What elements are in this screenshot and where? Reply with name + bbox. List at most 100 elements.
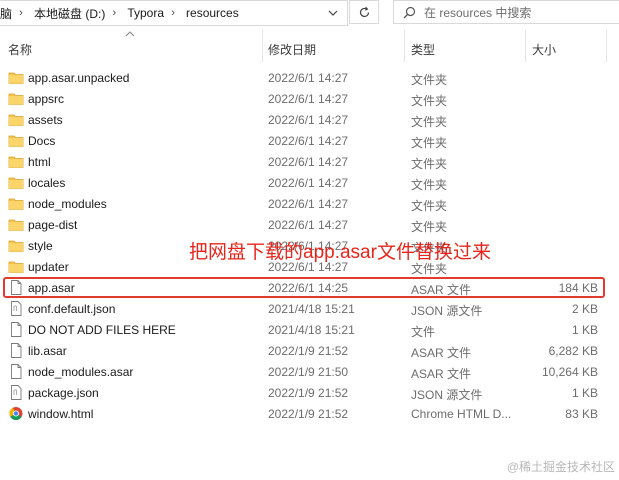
watermark: @稀土掘金技术社区 — [506, 460, 615, 474]
file-row[interactable]: window.html 2022/1/9 21:52 Chrome HTML D..… — [0, 403, 619, 424]
file-date: 2022/6/1 14:27 — [268, 218, 349, 232]
file-type: 文件夹 — [411, 136, 448, 150]
file-name: window.html — [28, 407, 94, 421]
address-bar[interactable]: 脑 › 本地磁盘 (D:) › Typora › resources — [0, 0, 348, 26]
file-row[interactable]: assets 2022/6/1 14:27 文件夹 — [0, 109, 619, 130]
file-row[interactable]: appsrc 2022/6/1 14:27 文件夹 — [0, 88, 619, 109]
file-type: 文件夹 — [411, 73, 448, 87]
breadcrumb-item[interactable]: Typora — [121, 6, 166, 20]
column-header-date[interactable]: 修改日期 — [268, 41, 316, 58]
highlight-box — [3, 277, 605, 298]
file-name: DO NOT ADD FILES HERE — [28, 323, 176, 337]
file-size: 1 KB — [571, 386, 598, 400]
file-date: 2022/6/1 14:27 — [268, 71, 349, 85]
file-date: 2022/1/9 21:52 — [268, 386, 349, 400]
file-icon — [8, 322, 24, 337]
file-type: 文件夹 — [411, 220, 448, 234]
file-type: JSON 源文件 — [411, 304, 483, 318]
folder-icon — [8, 112, 24, 127]
file-date: 2022/6/1 14:27 — [268, 92, 349, 106]
folder-icon — [8, 238, 24, 253]
file-size: 2 KB — [571, 302, 598, 316]
file-row[interactable]: Docs 2022/6/1 14:27 文件夹 — [0, 130, 619, 151]
file-row[interactable]: node_modules.asar 2022/1/9 21:50 ASAR 文件 10… — [0, 361, 619, 382]
file-row[interactable]: app.asar.unpacked 2022/6/1 14:27 文件夹 — [0, 67, 619, 88]
folder-icon — [8, 154, 24, 169]
folder-icon — [8, 70, 24, 85]
file-row[interactable]: conf.default.json 2021/4/18 15:21 JSON 源文件… — [0, 298, 619, 319]
file-type: 文件夹 — [411, 157, 448, 171]
file-date: 2022/6/1 14:27 — [268, 155, 349, 169]
file-row[interactable]: lib.asar 2022/1/9 21:52 ASAR 文件 6,282 KB — [0, 340, 619, 361]
file-size: 1 KB — [571, 323, 598, 337]
file-row[interactable]: DO NOT ADD FILES HERE 2021/4/18 15:21 文件 1 … — [0, 319, 619, 340]
refresh-button[interactable] — [349, 0, 379, 24]
file-date: 2022/6/1 14:27 — [268, 176, 349, 190]
file-name: conf.default.json — [28, 302, 116, 316]
file-date: 2022/6/1 14:27 — [268, 113, 349, 127]
refresh-icon — [359, 6, 369, 17]
file-date: 2022/6/1 14:27 — [268, 134, 349, 148]
file-name: lib.asar — [28, 344, 67, 358]
file-icon — [8, 343, 24, 358]
file-name: Docs — [28, 134, 56, 148]
column-divider[interactable] — [525, 30, 526, 62]
file-type: 文件夹 — [411, 178, 448, 192]
chrome-icon — [8, 406, 24, 421]
column-header-row: 名称 修改日期 类型 大小 — [0, 30, 619, 62]
folder-icon — [8, 175, 24, 190]
file-type: 文件夹 — [411, 115, 448, 129]
breadcrumb-item[interactable]: resources — [180, 6, 241, 20]
chevron-down-icon[interactable] — [319, 1, 347, 25]
file-row[interactable]: locales 2022/6/1 14:27 文件夹 — [0, 172, 619, 193]
chevron-right-icon[interactable]: › — [14, 7, 28, 19]
file-icon — [8, 364, 24, 379]
file-name: style — [28, 239, 53, 253]
chevron-right-icon[interactable]: › — [107, 7, 121, 19]
file-date: 2021/4/18 15:21 — [268, 302, 355, 316]
breadcrumb-item[interactable]: 本地磁盘 (D:) — [28, 5, 107, 22]
file-name: locales — [28, 176, 66, 190]
file-type: 文件 — [411, 325, 436, 339]
column-divider[interactable] — [606, 30, 607, 62]
column-header-type[interactable]: 类型 — [411, 41, 435, 58]
column-divider[interactable] — [262, 30, 263, 62]
folder-icon — [8, 259, 24, 274]
file-size: 6,282 KB — [548, 344, 598, 358]
search-icon — [394, 6, 424, 19]
chevron-right-icon[interactable]: › — [166, 7, 180, 19]
file-name: package.json — [28, 386, 99, 400]
file-name: html — [28, 155, 51, 169]
search-box[interactable]: 在 resources 中搜索 — [393, 0, 619, 24]
sort-ascending-icon — [125, 31, 135, 37]
column-header-size[interactable]: 大小 — [532, 41, 556, 58]
file-row[interactable]: node_modules 2022/6/1 14:27 文件夹 — [0, 193, 619, 214]
file-name: node_modules.asar — [28, 365, 134, 379]
file-row[interactable]: page-dist 2022/6/1 14:27 文件夹 — [0, 214, 619, 235]
file-row[interactable]: html 2022/6/1 14:27 文件夹 — [0, 151, 619, 172]
folder-icon — [8, 133, 24, 148]
file-size: 83 KB — [565, 407, 598, 421]
file-type: JSON 源文件 — [411, 388, 483, 402]
folder-icon — [8, 196, 24, 211]
column-header-name[interactable]: 名称 — [8, 41, 32, 58]
file-type: ASAR 文件 — [411, 367, 472, 381]
json-file-icon — [8, 301, 24, 316]
file-row[interactable]: package.json 2022/1/9 21:52 JSON 源文件 1 KB — [0, 382, 619, 403]
file-name: page-dist — [28, 218, 78, 232]
file-type: ASAR 文件 — [411, 346, 472, 360]
file-type: 文件夹 — [411, 199, 448, 213]
file-date: 2022/1/9 21:52 — [268, 344, 349, 358]
column-divider[interactable] — [404, 30, 405, 62]
json-file-icon — [8, 385, 24, 400]
file-date: 2022/1/9 21:50 — [268, 365, 349, 379]
file-size: 10,264 KB — [541, 365, 598, 379]
file-date: 2022/6/1 14:27 — [268, 197, 349, 211]
folder-icon — [8, 217, 24, 232]
file-type: 文件夹 — [411, 94, 448, 108]
file-date: 2021/4/18 15:21 — [268, 323, 355, 337]
file-name: app.asar.unpacked — [28, 71, 130, 85]
search-placeholder[interactable]: 在 resources 中搜索 — [424, 4, 531, 21]
breadcrumb-item[interactable]: 脑 — [0, 5, 14, 22]
folder-icon — [8, 91, 24, 106]
